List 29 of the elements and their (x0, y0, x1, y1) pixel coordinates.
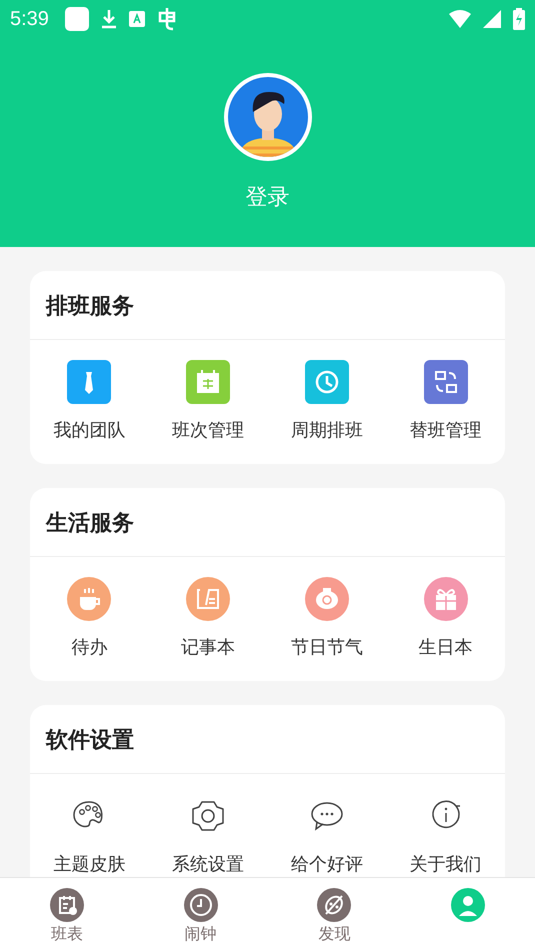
service-item[interactable]: 记事本 (148, 577, 268, 659)
service-item[interactable]: 替班管理 (386, 360, 505, 442)
translate-icon (128, 11, 145, 27)
section-title: 软件设置 (44, 727, 135, 755)
service-item[interactable]: 系统设置 (148, 794, 268, 876)
person-icon (451, 888, 486, 922)
service-item[interactable]: 给个好评 (268, 794, 386, 876)
service-item[interactable]: 我的团队 (30, 360, 149, 442)
service-item[interactable]: 周期排班 (268, 360, 386, 442)
service-item[interactable]: 关于我们 (386, 794, 505, 876)
service-item[interactable]: 主题皮肤 (30, 794, 149, 876)
service-item[interactable]: 待办 (30, 577, 149, 659)
avatar[interactable] (222, 72, 312, 162)
tab[interactable]: 班表 (0, 878, 134, 952)
calendar-icon (50, 888, 84, 922)
section-title: 排班服务 (44, 293, 135, 321)
notification-icon (64, 7, 89, 31)
section-title: 生活服务 (44, 510, 135, 538)
tab[interactable]: 发现 (268, 878, 402, 952)
status-time: 5:39 (10, 8, 49, 30)
clock-icon (184, 888, 218, 922)
service-item[interactable]: 生日本 (386, 577, 505, 659)
signal-icon (483, 10, 501, 28)
service-item[interactable]: 节日节气 (268, 577, 386, 659)
service-item[interactable]: 班次管理 (148, 360, 268, 442)
tab[interactable]: 闹钟 (134, 878, 268, 952)
wifi-icon (449, 10, 471, 28)
download-icon (100, 9, 117, 29)
battery-icon (513, 8, 525, 30)
